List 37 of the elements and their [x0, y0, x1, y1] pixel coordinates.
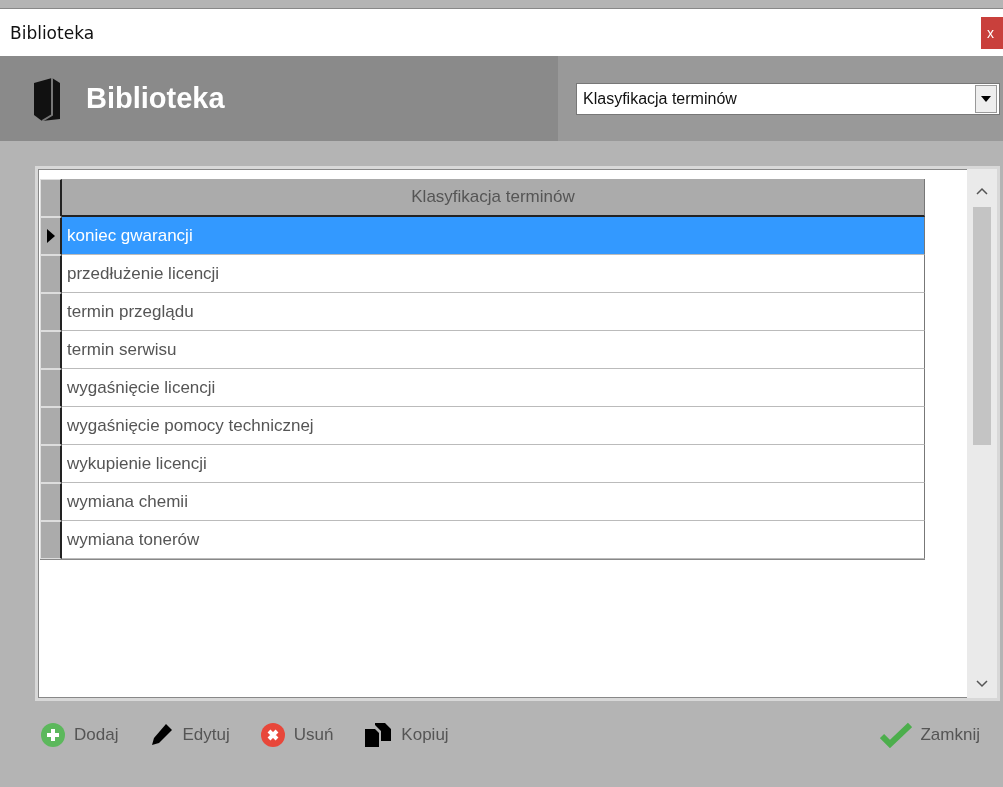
- corner-header: [40, 179, 62, 217]
- row-indicator[interactable]: [40, 483, 62, 521]
- checkmark-icon: [880, 722, 913, 748]
- edit-button[interactable]: Edytuj: [148, 721, 230, 749]
- table-cell[interactable]: wymiana chemii: [62, 483, 925, 521]
- scrollbar[interactable]: [967, 169, 997, 698]
- caret-icon: [981, 95, 991, 102]
- classification-dropdown[interactable]: Klasyfikacja terminów: [576, 82, 1000, 115]
- plus-icon: [40, 722, 66, 748]
- row-indicator[interactable]: [40, 369, 62, 407]
- add-button[interactable]: Dodaj: [40, 721, 119, 749]
- row-indicator[interactable]: [40, 521, 62, 559]
- row-indicator[interactable]: [40, 445, 62, 483]
- current-row-icon: [46, 229, 55, 243]
- table-cell[interactable]: termin serwisu: [62, 331, 925, 369]
- table-cell[interactable]: wykupienie licencji: [62, 445, 925, 483]
- header-title: Biblioteka: [86, 82, 225, 115]
- table-cell[interactable]: przedłużenie licencji: [62, 255, 925, 293]
- row-indicator[interactable]: [40, 293, 62, 331]
- delete-icon: [259, 722, 286, 748]
- table-cell[interactable]: wygaśnięcie pomocy technicznej: [62, 407, 925, 445]
- window-title: Biblioteka: [9, 22, 95, 43]
- scroll-down-icon: [976, 680, 988, 688]
- row-indicator[interactable]: [40, 331, 62, 369]
- close-button[interactable]: Zamknij: [880, 722, 980, 748]
- table-cell[interactable]: termin przeglądu: [62, 293, 925, 331]
- row-indicator[interactable]: [40, 407, 62, 445]
- row-indicator[interactable]: [40, 255, 62, 293]
- copy-icon: [363, 721, 394, 749]
- row-indicator[interactable]: [40, 217, 62, 255]
- scroll-up-icon: [976, 187, 988, 195]
- table-cell[interactable]: wygaśnięcie licencji: [62, 369, 925, 407]
- delete-button[interactable]: Usuń: [259, 721, 334, 749]
- close-button[interactable]: x: [981, 16, 1003, 49]
- copy-button[interactable]: Kopiuj: [363, 721, 449, 749]
- table-cell[interactable]: wymiana tonerów: [62, 521, 925, 559]
- scrollbar-thumb[interactable]: [973, 207, 991, 445]
